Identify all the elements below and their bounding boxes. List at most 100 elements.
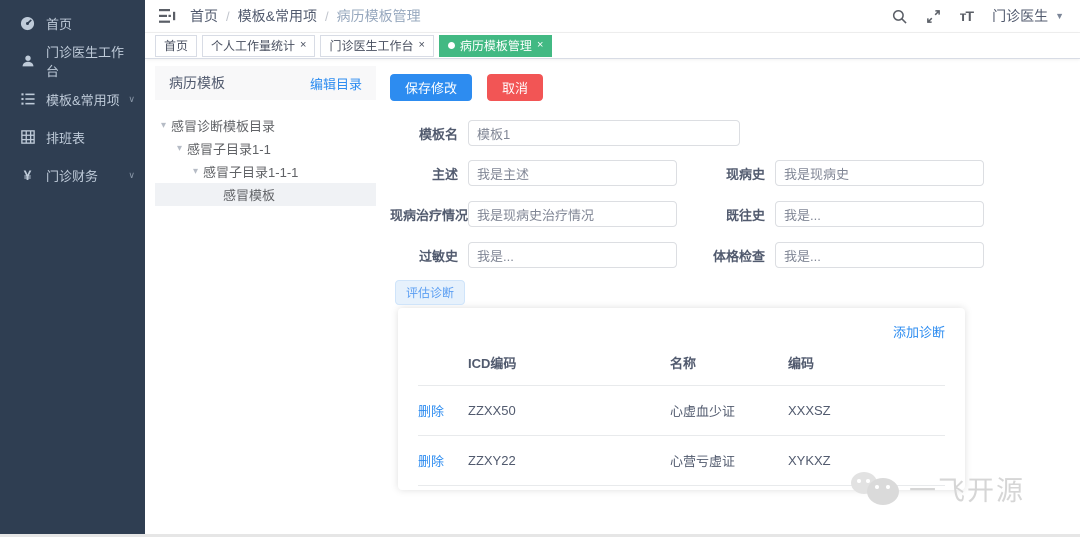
table-header-row: ICD编码 名称 编码 — [418, 343, 945, 386]
fullscreen-icon[interactable] — [926, 9, 941, 24]
tree-caret-icon[interactable]: ▾ — [177, 143, 182, 154]
save-button[interactable]: 保存修改 — [390, 74, 473, 101]
top-navbar: 首页 / 模板&常用项 / 病历模板管理 тT 门诊医生 ▼ — [145, 0, 1080, 33]
template-tree: ▾ 感冒诊断模板目录 ▾ 感冒子目录1-1 ▾ 感冒子目录1-1-1 感冒模板 — [155, 100, 376, 206]
cancel-button[interactable]: 取消 — [487, 74, 544, 101]
column-header-icd: ICD编码 — [468, 343, 670, 386]
breadcrumb-item-home[interactable]: 首页 — [190, 6, 218, 26]
physical-exam-input[interactable] — [775, 242, 984, 268]
tree-node-label: 感冒模板 — [223, 188, 276, 203]
field-allergy-history: 过敏史 — [390, 242, 677, 268]
tree-caret-icon[interactable]: ▾ — [193, 166, 198, 177]
field-present-treatment: 现病治疗情况 — [390, 201, 677, 227]
sidebar-item-home[interactable]: 首页 — [0, 4, 145, 42]
chevron-down-icon: ∨ — [128, 93, 135, 104]
breadcrumb-item-templates[interactable]: 模板&常用项 — [238, 6, 317, 26]
field-label: 主述 — [431, 166, 458, 182]
doctor-workbench-icon — [20, 54, 35, 69]
tag-label: 个人工作量统计 — [211, 39, 296, 53]
medical-template-admin-page: { "colors": { "primary_blue": "#2d8cf0",… — [0, 0, 1080, 537]
field-label: 既往史 — [725, 207, 765, 223]
user-dropdown[interactable]: 门诊医生 ▼ — [992, 6, 1064, 26]
tag-personal-workload[interactable]: 个人工作量统计 × — [202, 34, 316, 57]
field-label: 体格检查 — [712, 248, 765, 264]
sidebar-item-label: 首页 — [46, 16, 73, 32]
sidebar-collapse-icon[interactable] — [159, 9, 176, 23]
diagnosis-name-cell: 心营亏虚证 — [670, 435, 788, 486]
panel-header: 病历模板 编辑目录 — [155, 66, 376, 100]
edit-directory-link[interactable]: 编辑目录 — [310, 74, 362, 93]
template-name-input[interactable] — [468, 120, 740, 146]
tree-node[interactable]: ▾ 感冒子目录1-1 — [155, 137, 376, 160]
tree-node-label: 感冒诊断模板目录 — [171, 119, 276, 134]
tree-caret-icon[interactable]: ▾ — [161, 120, 166, 131]
navbar-right-tools: тT 门诊医生 ▼ — [892, 6, 1064, 26]
yifei-opensource-watermark: 一飞开源 — [849, 466, 1025, 510]
watermark-text: 一飞开源 — [909, 475, 1025, 506]
field-physical-exam: 体格检查 — [677, 242, 984, 268]
tab-assessment-diagnosis[interactable]: 评估诊断 — [395, 280, 466, 305]
form-actions: 保存修改 取消 — [390, 74, 965, 101]
field-present-illness: 现病史 — [677, 160, 984, 186]
code-cell: XXXSZ — [788, 385, 945, 436]
tag-doctor-workbench[interactable]: 门诊医生工作台 × — [320, 34, 434, 57]
field-label: 现病治疗情况 — [390, 207, 469, 223]
breadcrumb-separator: / — [324, 8, 329, 24]
chief-complaint-input[interactable] — [468, 160, 677, 186]
sidebar: 首页 门诊医生工作台 模板&常用项 ∨ 排班表 ¥ 门诊财务 ∨ — [0, 0, 145, 537]
caret-down-icon: ▼ — [1055, 11, 1064, 21]
template-edit-form: 保存修改 取消 模板名 主述 现病史 现病治疗情况 — [390, 74, 984, 490]
search-icon[interactable] — [892, 9, 907, 24]
tree-node-label: 感冒子目录1-1-1 — [203, 165, 299, 180]
sidebar-item-label: 门诊医生工作台 — [46, 45, 125, 79]
diagnosis-name-cell: 心虚血少证 — [670, 385, 788, 436]
form-row: 现病治疗情况 既往史 — [390, 201, 984, 227]
tag-label: 门诊医生工作台 — [329, 39, 414, 53]
tree-node[interactable]: ▾ 感冒诊断模板目录 — [155, 114, 376, 137]
form-row: 模板名 — [390, 120, 965, 146]
form-row: 过敏史 体格检查 — [390, 242, 984, 268]
sidebar-item-label: 门诊财务 — [46, 168, 99, 184]
sidebar-item-schedule[interactable]: 排班表 — [0, 118, 145, 156]
sidebar-item-finance[interactable]: ¥ 门诊财务 ∨ — [0, 156, 145, 194]
close-icon[interactable]: × — [537, 40, 543, 51]
close-icon[interactable]: × — [418, 40, 424, 51]
tree-node-selected[interactable]: 感冒模板 — [155, 183, 376, 206]
sidebar-item-templates[interactable]: 模板&常用项 ∨ — [0, 80, 145, 118]
template-tree-panel: 病历模板 编辑目录 ▾ 感冒诊断模板目录 ▾ 感冒子目录1-1 ▾ 感冒子目录1… — [155, 66, 376, 206]
column-header-name: 名称 — [670, 343, 788, 386]
active-dot-icon — [447, 42, 455, 49]
form-row: 主述 现病史 — [390, 160, 984, 186]
delete-link[interactable]: 删除 — [418, 404, 444, 419]
sidebar-item-label: 模板&常用项 — [46, 92, 120, 108]
close-icon[interactable]: × — [300, 40, 306, 51]
column-header-code: 编码 — [788, 343, 945, 386]
breadcrumb: 首页 / 模板&常用项 / 病历模板管理 — [190, 6, 421, 26]
past-history-input[interactable] — [775, 201, 984, 227]
tag-label: 首页 — [164, 39, 189, 53]
wechat-bubbles-icon — [849, 466, 901, 510]
breadcrumb-separator: / — [226, 8, 230, 24]
diagnosis-card: 添加诊断 ICD编码 名称 编码 删除 ZZXX50 心虚血少证 XXXSZ 删… — [398, 308, 965, 490]
sidebar-item-doctor-workbench[interactable]: 门诊医生工作台 — [0, 42, 145, 80]
tree-node-label: 感冒子目录1-1 — [187, 142, 271, 157]
font-size-icon[interactable]: тT — [960, 8, 974, 24]
tag-label: 病历模板管理 — [459, 39, 532, 53]
present-treatment-input[interactable] — [468, 201, 677, 227]
tag-template-management-active[interactable]: 病历模板管理 × — [438, 34, 553, 57]
allergy-history-input[interactable] — [468, 242, 677, 268]
column-header-action — [418, 343, 468, 386]
icd-code-cell: ZZXY22 — [468, 435, 670, 486]
present-illness-input[interactable] — [775, 160, 984, 186]
field-label: 过敏史 — [418, 248, 458, 264]
table-row: 删除 ZZXX50 心虚血少证 XXXSZ — [418, 385, 945, 436]
breadcrumb-item-current: 病历模板管理 — [336, 8, 421, 24]
template-items-icon — [20, 92, 35, 107]
tag-home[interactable]: 首页 — [155, 34, 198, 57]
icd-code-cell: ZZXX50 — [468, 385, 670, 436]
field-label: 现病史 — [725, 166, 765, 182]
schedule-table-icon — [20, 130, 35, 145]
tree-node[interactable]: ▾ 感冒子目录1-1-1 — [155, 160, 376, 183]
add-diagnosis-link[interactable]: 添加诊断 — [893, 325, 945, 340]
delete-link[interactable]: 删除 — [418, 454, 444, 469]
